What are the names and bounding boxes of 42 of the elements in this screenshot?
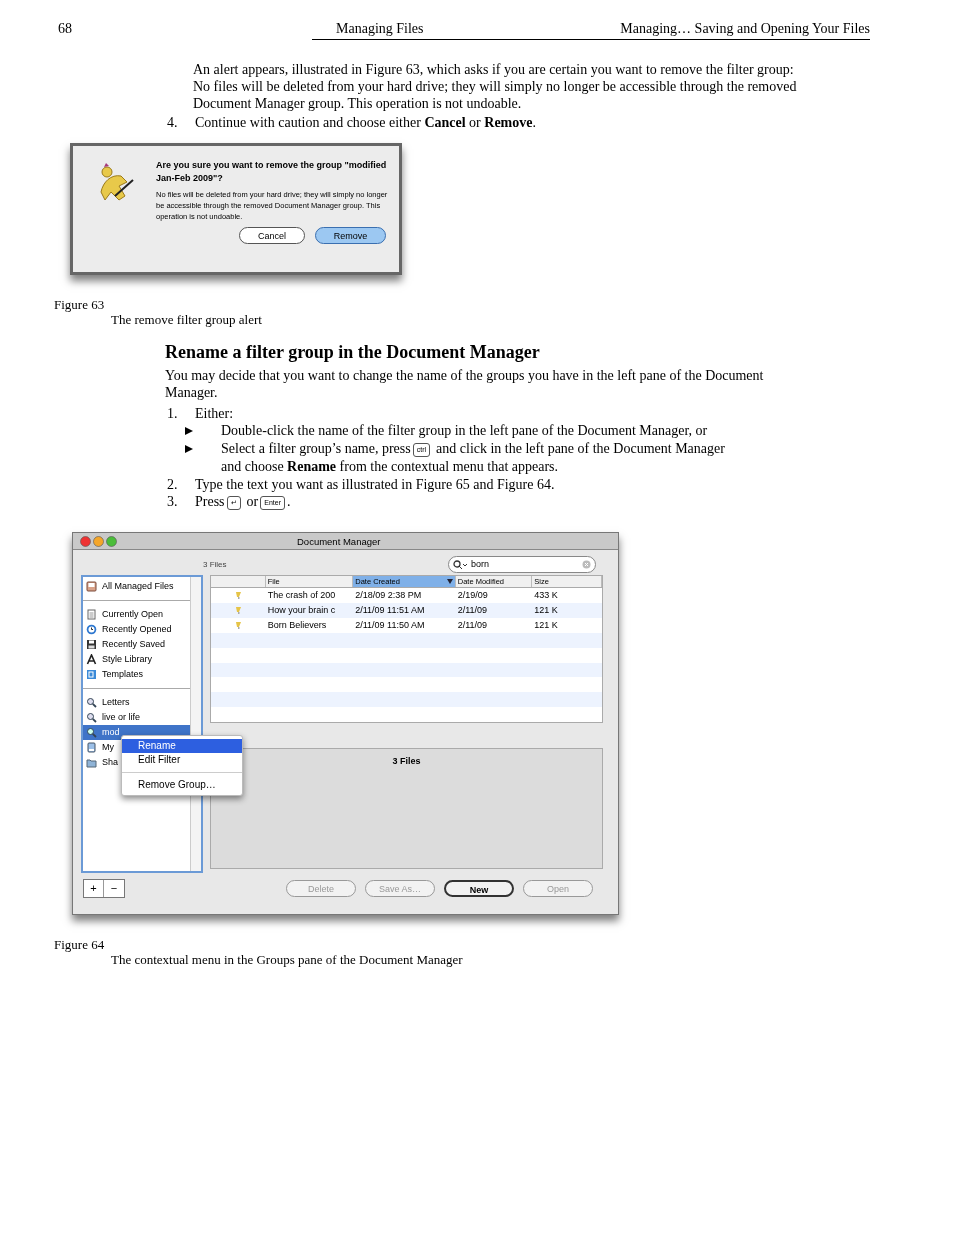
- step-text: or: [246, 494, 259, 509]
- table-cell-text: 2/11/09 11:50 AM: [354, 619, 426, 632]
- step-text: Either:: [195, 406, 234, 421]
- figure-label: Figure 64: [54, 937, 106, 952]
- table-cell-text: 2/11/09: [456, 604, 489, 617]
- body-text: An alert appears, illustrated in Figure 63, which asks if you are certain you want to remove the filter group:: [193, 61, 795, 78]
- table-cell-text: 121 K: [533, 619, 559, 632]
- table-cell-text: Born Believers: [266, 619, 328, 632]
- table-cell-text: 121 K: [533, 604, 559, 617]
- step-text: Select a filter group’s name, press: [221, 441, 411, 456]
- table-cell-text: 433 K: [533, 589, 559, 602]
- step-text: Press: [195, 494, 225, 509]
- table-cell-text: 2/18/09 2:38 PM: [354, 589, 423, 602]
- figure-label: Figure 63: [54, 297, 106, 312]
- section-heading: Rename a filter group in the Document Manager: [165, 341, 541, 363]
- step-number: 1.: [167, 405, 179, 422]
- step-text: Type the text you want as illustrated in Figure 65 and Figure 64.: [195, 477, 555, 492]
- running-header: Managing Files: [336, 20, 424, 37]
- figure-caption: The contextual menu in the Groups pane of the Document Manager: [111, 952, 464, 967]
- table-cell-text: The crash of 200: [266, 589, 337, 602]
- table-cell-text: 2/11/09 11:51 AM: [354, 604, 426, 617]
- file-count: 3 Files: [203, 559, 227, 571]
- step-number: 4.: [167, 114, 179, 131]
- table-cell-text: How your brain c: [266, 604, 337, 617]
- step-text: .: [286, 494, 291, 509]
- preview-title: 3 Files: [392, 755, 421, 768]
- window-title: Document Manager: [297, 534, 381, 549]
- page-number: 68: [58, 20, 73, 38]
- table-cell-text: 2/19/09: [456, 589, 489, 602]
- figure-caption: The remove filter group alert: [111, 312, 263, 327]
- search-value: born: [471, 558, 490, 571]
- running-header: Managing… Saving and Opening Your Files: [620, 20, 870, 37]
- step-text: Double-click the name of the filter group in the left pane of the Document Manager, or: [221, 423, 708, 438]
- table-cell-text: 2/11/09: [456, 619, 489, 632]
- step-number: 2.: [167, 476, 179, 493]
- step-text: and click in the left pane of the Document Manager: [436, 441, 725, 456]
- body-text: No files will be deleted from your hard drive; they will simply no longer be accessible through the removed Document Manager group. This operation is not undoable.: [193, 78, 798, 112]
- alert-title: Are you sure you want to remove the group "modified Jan-Feb 2009"?: [156, 159, 388, 185]
- step-text: Continue with caution and choose either Cancel or Remove.: [195, 114, 536, 131]
- step-number: 3.: [167, 493, 179, 510]
- body-text: You may decide that you want to change the name of the groups you have in the left pane of the Document Manager.: [165, 367, 765, 401]
- step-text: and choose Rename from the contextual menu that appears.: [221, 459, 559, 474]
